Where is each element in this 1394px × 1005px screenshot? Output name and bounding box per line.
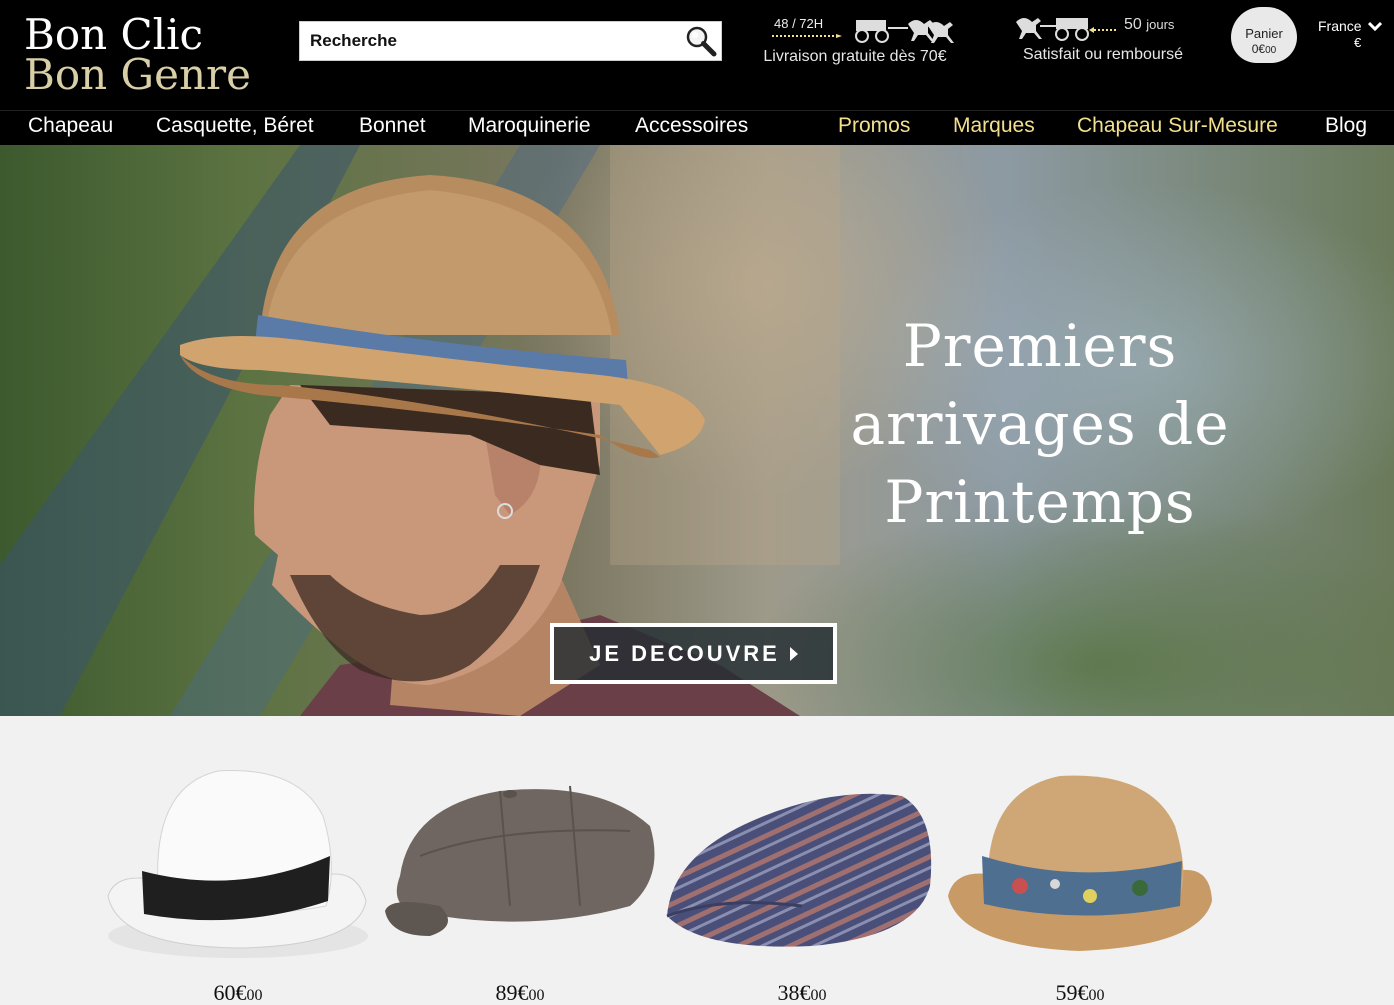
magnifier-icon [686,26,717,57]
refund-days-label: jours [1146,17,1175,32]
cart-amount-main: 0€ [1251,42,1266,56]
nav-item-accessoires[interactable]: Accessoires [635,114,748,138]
product-price: 89€00 [380,980,660,1005]
newsboy-cap-image [385,785,655,936]
nav-item-chapeau[interactable]: Chapeau [28,114,113,138]
site-logo[interactable]: Bon Clic Bon Genre [24,14,264,100]
locale-currency: € [1354,35,1362,50]
site-header: Bon Clic Bon Genre 48 / 72H Livraison gr… [0,0,1394,110]
locale-selector[interactable]: France € [1318,18,1386,54]
price-cents: 00 [1088,987,1105,1004]
delivery-text: Livraison gratuite dès 70€ [763,48,947,65]
nav-item-promos[interactable]: Promos [838,114,910,138]
striped-flat-cap-image [666,793,932,947]
carriage-icon [1016,18,1116,41]
cart-amount-cents: 00 [1265,45,1277,56]
cart-bag: Panier 0€00 [1231,7,1297,63]
white-fedora-image [107,770,368,958]
product-card[interactable]: 60€00 [98,736,378,1005]
cart-amount: 0€00 [1231,42,1297,56]
price-main: 89€ [495,980,529,1005]
product-card[interactable]: 89€00 [380,736,660,1005]
search-box [299,21,722,61]
price-cents: 00 [810,987,827,1004]
product-price: 38€00 [662,980,942,1005]
price-main: 59€ [1055,980,1089,1005]
carriage-icon [855,20,954,43]
product-price: 59€00 [940,980,1220,1005]
nav-item-bonnet[interactable]: Bonnet [359,114,426,138]
cart-button[interactable]: Panier 0€00 [1231,5,1297,63]
price-main: 60€ [213,980,247,1005]
refund-days: 50 jours [1124,16,1174,34]
nav-item-chapeau-sur-mesure[interactable]: Chapeau Sur-Mesure [1077,114,1278,138]
refund-days-number: 50 [1124,16,1142,33]
discover-button[interactable]: JE DECOUVRE [550,623,837,684]
nav-item-blog[interactable]: Blog [1325,114,1367,138]
price-main: 38€ [777,980,811,1005]
logo-line-2: Bon Genre [24,50,251,99]
main-nav: Chapeau Casquette, Béret Bonnet Maroquin… [0,110,1394,145]
search-input[interactable] [300,22,680,60]
straw-trilby-image [948,775,1212,951]
dotted-line-icon [772,34,842,38]
hero-title-line-2: arrivages de [850,390,1230,458]
hero-title: Premiers arrivages de Printemps [820,307,1260,541]
nav-item-maroquinerie[interactable]: Maroquinerie [468,114,591,138]
hero-title-line-1: Premiers [902,312,1178,380]
hero-banner[interactable]: Premiers arrivages de Printemps JE DECOU… [0,145,1394,716]
product-card[interactable]: 59€00 [940,736,1220,1005]
refund-promo[interactable]: 50 jours Satisfait ou remboursé [1010,12,1196,68]
product-strip: 60€00 89€00 38€00 59€00 [0,716,1394,1005]
nav-item-marques[interactable]: Marques [953,114,1035,138]
free-delivery-promo[interactable]: 48 / 72H Livraison gratuite dès 70€ [752,14,958,70]
nav-item-casquette-beret[interactable]: Casquette, Béret [156,114,314,138]
discover-button-label: JE DECOUVRE [589,641,780,666]
price-cents: 00 [528,987,545,1004]
search-button[interactable] [683,24,719,58]
product-price: 60€00 [98,980,378,1005]
chevron-down-icon [1368,21,1382,32]
refund-text: Satisfait ou remboursé [1022,46,1184,63]
product-card[interactable]: 38€00 [662,736,942,1005]
cart-label: Panier [1245,26,1283,41]
hero-title-line-3: Printemps [884,468,1196,536]
locale-country: France [1318,18,1362,34]
delivery-time: 48 / 72H [774,16,824,31]
price-cents: 00 [246,987,263,1004]
caret-right-icon [789,646,798,661]
